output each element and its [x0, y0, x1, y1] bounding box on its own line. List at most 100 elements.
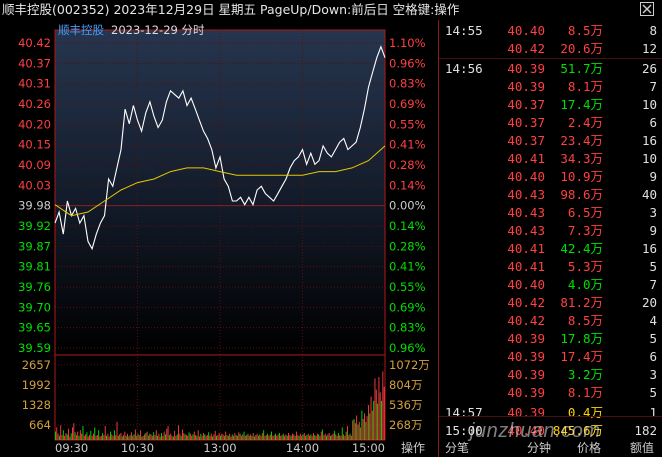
y-price-tick: 40.37 [18, 56, 51, 70]
volume-bar [182, 429, 183, 440]
tick-volume: 2.4万 [567, 115, 603, 130]
volume-bar [315, 435, 317, 440]
volume-bar [311, 435, 313, 440]
volume-bar [336, 435, 338, 440]
tab-fenbi[interactable]: 分笔 [440, 440, 474, 457]
y-price-tick: 40.15 [18, 138, 51, 152]
tick-row[interactable]: 40.39 8.1万 7 [439, 78, 662, 96]
tick-row[interactable]: 40.39 8.1万 5 [439, 384, 662, 402]
volume-bar [276, 435, 278, 440]
tick-row[interactable]: 40.41 34.3万 10 [439, 150, 662, 168]
volume-bar [158, 433, 160, 440]
volume-bar [354, 423, 356, 440]
operate-button[interactable]: 操作 [393, 440, 433, 457]
volume-bar [104, 426, 106, 440]
vol-right-tick: 268万 [389, 418, 422, 432]
volume-bar [307, 433, 309, 440]
volume-bar [65, 433, 67, 440]
tick-count: 8 [649, 23, 657, 38]
volume-bar [286, 435, 288, 440]
volume-bar [212, 436, 214, 440]
volume-bar [221, 433, 223, 440]
volume-bar [120, 433, 122, 440]
tick-price: 40.37 [507, 115, 545, 130]
volume-bar [172, 436, 174, 440]
tick-count: 16 [641, 133, 657, 148]
tick-price: 40.39 [507, 61, 545, 76]
tick-row[interactable]: 40.43 7.3万 9 [439, 222, 662, 240]
tick-count: 12 [641, 41, 657, 56]
y-pct-tick: 0.83% [389, 321, 426, 335]
tick-row[interactable]: 40.42 8.5万 4 [439, 312, 662, 330]
volume-bar [235, 435, 237, 440]
tick-row[interactable]: 40.37 23.4万 16 [439, 132, 662, 150]
y-pct-tick: 0.28% [389, 158, 426, 172]
tick-count: 16 [641, 241, 657, 256]
volume-bar [251, 435, 253, 440]
volume-bar [239, 433, 241, 440]
tick-row[interactable]: 40.41 5.3万 5 [439, 258, 662, 276]
tick-row[interactable]: 40.42 20.6万 12 [439, 40, 662, 58]
volume-bar [129, 435, 131, 440]
tick-volume: 8.1万 [567, 385, 603, 400]
tick-volume: 4.0万 [567, 277, 603, 292]
volume-bar [233, 435, 235, 440]
volume-bar [255, 435, 257, 440]
volume-bar [155, 430, 157, 440]
y-pct-tick: 0.83% [389, 77, 426, 91]
volume-bar [74, 432, 76, 440]
volume-bar [234, 433, 236, 440]
close-icon[interactable] [640, 2, 654, 16]
volume-bar [309, 435, 310, 440]
volume-bar [328, 433, 330, 440]
x-time-tick: 10:30 [121, 441, 154, 455]
volume-bar [137, 433, 139, 440]
tick-row[interactable]: 40.40 4.0万 7 [439, 276, 662, 294]
volume-bar [280, 435, 282, 440]
y-price-tick: 39.65 [18, 321, 51, 335]
tick-count: 4 [649, 313, 657, 328]
volume-bar [82, 426, 84, 440]
tick-price: 40.40 [507, 277, 545, 292]
volume-bar [364, 413, 365, 440]
tick-row[interactable]: 40.43 6.5万 3 [439, 204, 662, 222]
volume-bar [246, 435, 248, 440]
tick-row[interactable]: 14:55 40.40 8.5万 8 [439, 22, 662, 40]
volume-bar [273, 435, 275, 440]
volume-bar [312, 433, 314, 440]
tick-separator [439, 58, 662, 59]
chart-svg[interactable]: 40.42 40.37 40.31 40.26 40.20 40.15 40.09 40.03… [0, 20, 437, 457]
volume-bar [320, 431, 322, 440]
tick-row[interactable]: 40.39 3.2万 3 [439, 366, 662, 384]
tick-row[interactable]: 40.37 2.4万 6 [439, 114, 662, 132]
volume-bar [295, 431, 297, 440]
tick-row[interactable]: 40.41 42.4万 16 [439, 240, 662, 258]
tick-row[interactable]: 14:56 40.39 51.7万 26 [439, 60, 662, 78]
volume-bar [56, 427, 58, 440]
tick-row[interactable]: 40.39 17.8万 5 [439, 330, 662, 348]
tick-time: 14:55 [445, 23, 483, 38]
tab-eshu[interactable]: 额值 [624, 440, 660, 457]
tick-row[interactable]: 40.37 17.4万 10 [439, 96, 662, 114]
volume-bar [185, 435, 187, 440]
intraday-chart[interactable]: 40.42 40.37 40.31 40.26 40.20 40.15 40.09 40.03… [0, 20, 437, 457]
volume-bar [191, 435, 193, 440]
volume-bar [366, 416, 368, 440]
volume-bar [370, 396, 372, 440]
tick-row[interactable]: 40.40 10.9万 9 [439, 168, 662, 186]
x-time-tick: 15:00 [352, 441, 385, 455]
volume-bar [86, 432, 88, 440]
volume-bar [149, 433, 151, 440]
tick-volume: 42.4万 [560, 241, 603, 256]
tick-volume: 17.8万 [560, 331, 603, 346]
volume-bar [352, 420, 354, 440]
volume-bar [343, 434, 345, 440]
tick-list-panel[interactable]: 14:55 40.40 8.5万 8 40.42 20.6万 12 14:56 40.39 51.… [438, 20, 662, 457]
volume-bar [298, 435, 300, 440]
volume-bar [374, 378, 376, 440]
window-title-bar: 顺丰控股(002352) 2023年12月29日 星期五 PageUp/Down… [0, 0, 662, 20]
tick-row[interactable]: 40.39 17.4万 6 [439, 348, 662, 366]
tick-row[interactable]: 40.42 81.2万 20 [439, 294, 662, 312]
tick-row[interactable]: 40.43 98.6万 40 [439, 186, 662, 204]
volume-bar [121, 436, 123, 440]
